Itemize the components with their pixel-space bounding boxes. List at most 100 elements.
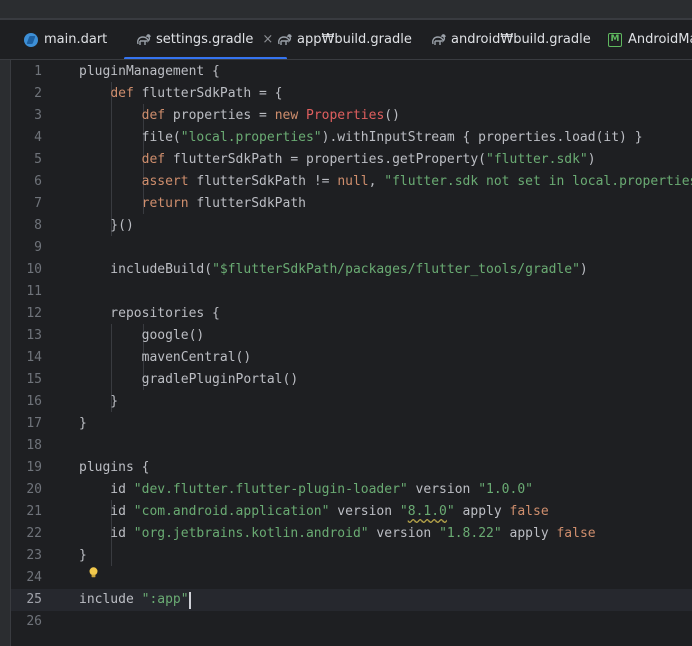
code-token: ).withInputStream { properties.load(it) … [321, 130, 643, 145]
line-number: 11 [26, 284, 42, 299]
code-token: " [446, 504, 455, 519]
tab-label: android₩build.gradle [451, 32, 591, 47]
code-line[interactable]: pluginManagement { [79, 61, 220, 83]
left-tool-strip [0, 60, 11, 646]
gradle-elephant-icon [277, 33, 292, 47]
tab-app-build-gradle[interactable]: app₩build.gradle [277, 20, 412, 59]
line-number: 17 [26, 416, 42, 431]
tab-main-dart[interactable]: main.dart [24, 20, 108, 59]
code-token: gradlePluginPortal() [79, 372, 299, 387]
code-token: "org.jetbrains.kotlin.android" [133, 526, 369, 541]
code-token: "flutter.sdk not set in local.properties… [384, 174, 692, 189]
code-line[interactable]: return flutterSdkPath [79, 193, 306, 215]
line-number: 3 [34, 108, 42, 123]
manifest-icon: M [608, 33, 622, 47]
code-token: ":app" [141, 592, 189, 607]
code-token: 8.1.0 [407, 504, 447, 519]
code-line[interactable]: file("local.properties").withInputStream… [79, 127, 643, 149]
code-token: } [79, 394, 119, 409]
line-number: 25 [26, 592, 42, 607]
code-token: version [407, 482, 479, 497]
line-number: 13 [26, 328, 42, 343]
code-token: } [79, 548, 87, 563]
code-line[interactable]: id "dev.flutter.flutter-plugin-loader" v… [79, 479, 533, 501]
line-number: 18 [26, 438, 42, 453]
code-line[interactable]: include ":app" [79, 589, 189, 611]
code-line[interactable]: } [79, 413, 87, 435]
code-line[interactable]: def flutterSdkPath = properties.getPrope… [79, 149, 596, 171]
code-token: false [556, 526, 596, 541]
code-line[interactable]: } [79, 391, 118, 413]
code-line[interactable]: gradlePluginPortal() [79, 369, 299, 391]
line-number: 12 [26, 306, 42, 321]
code-token: "com.android.application" [133, 504, 330, 519]
line-number: 9 [34, 240, 42, 255]
code-token: mavenCentral() [79, 350, 252, 365]
code-line[interactable]: } [79, 545, 87, 567]
code-token: def [110, 86, 134, 101]
close-icon[interactable]: × [262, 20, 273, 59]
tab-label: AndroidManifest.xml [628, 32, 692, 47]
line-number: 5 [34, 152, 42, 167]
lightbulb-icon[interactable] [88, 567, 99, 578]
code-token: , [368, 174, 385, 189]
code-token: def [141, 152, 166, 167]
code-token: assert [141, 174, 189, 189]
code-token: return [141, 196, 189, 211]
code-token: flutterSdkPath [188, 196, 306, 211]
line-number: 2 [34, 86, 42, 101]
tab-android-build-gradle[interactable]: android₩build.gradle [431, 20, 591, 59]
code-line[interactable]: includeBuild("$flutterSdkPath/packages/f… [79, 259, 587, 281]
gradle-elephant-icon [136, 33, 151, 47]
code-token: () [384, 108, 400, 123]
line-number: 23 [26, 548, 42, 563]
code-token: apply [454, 504, 510, 519]
line-number: 19 [26, 460, 42, 475]
code-line[interactable]: id "org.jetbrains.kotlin.android" versio… [79, 523, 596, 545]
tab-label: settings.gradle [156, 32, 254, 47]
code-token: pluginManagement { [79, 64, 220, 79]
code-token: "1.8.22" [439, 526, 502, 541]
code-line[interactable]: repositories { [79, 303, 220, 325]
code-line[interactable]: id "com.android.application" version "8.… [79, 501, 549, 523]
code-line[interactable]: plugins { [79, 457, 149, 479]
code-token: "flutter.sdk" [486, 152, 588, 167]
code-token: version [329, 504, 400, 519]
code-line[interactable]: mavenCentral() [79, 347, 252, 369]
code-token: file( [79, 130, 181, 145]
code-line[interactable]: assert flutterSdkPath != null, "flutter.… [79, 171, 692, 193]
code-line[interactable]: }() [79, 215, 134, 237]
code-token: include [79, 592, 142, 607]
code-editor[interactable]: pluginManagement { def flutterSdkPath = … [79, 60, 692, 646]
code-token: plugins { [79, 460, 150, 475]
line-number: 16 [26, 394, 42, 409]
line-number: 22 [26, 526, 42, 541]
line-number: 4 [34, 130, 42, 145]
code-token: flutterSdkPath != [188, 174, 338, 189]
line-number: 1 [34, 64, 42, 79]
line-number: 7 [34, 196, 42, 211]
tab-label: main.dart [44, 32, 108, 47]
line-number: 8 [34, 218, 42, 233]
code-token: google() [79, 328, 205, 343]
line-number: 20 [26, 482, 42, 497]
code-token: "$flutterSdkPath/packages/flutter_tools/… [212, 262, 580, 277]
window-top-bar [0, 0, 692, 20]
code-line[interactable]: def flutterSdkPath = { [79, 83, 282, 105]
gradle-elephant-icon [431, 33, 446, 47]
line-number-gutter: 1 2 3 4 5 6 7 8 9 10 11 12 13 14 15 16 17 18 19 20 21 22 23 24 2… [11, 60, 76, 646]
code-token: Properties [306, 108, 385, 123]
code-line[interactable]: def properties = new Properties() [79, 105, 400, 127]
line-number: 10 [26, 262, 42, 277]
code-token: "1.0.0" [478, 482, 533, 497]
tab-label: app₩build.gradle [297, 32, 412, 47]
code-token: ) [587, 152, 596, 167]
code-line[interactable]: google() [79, 325, 205, 347]
code-token: false [509, 504, 549, 519]
tab-android-manifest[interactable]: M AndroidManifest.xml [608, 20, 692, 59]
tab-settings-gradle[interactable]: settings.gradle × [124, 20, 288, 59]
